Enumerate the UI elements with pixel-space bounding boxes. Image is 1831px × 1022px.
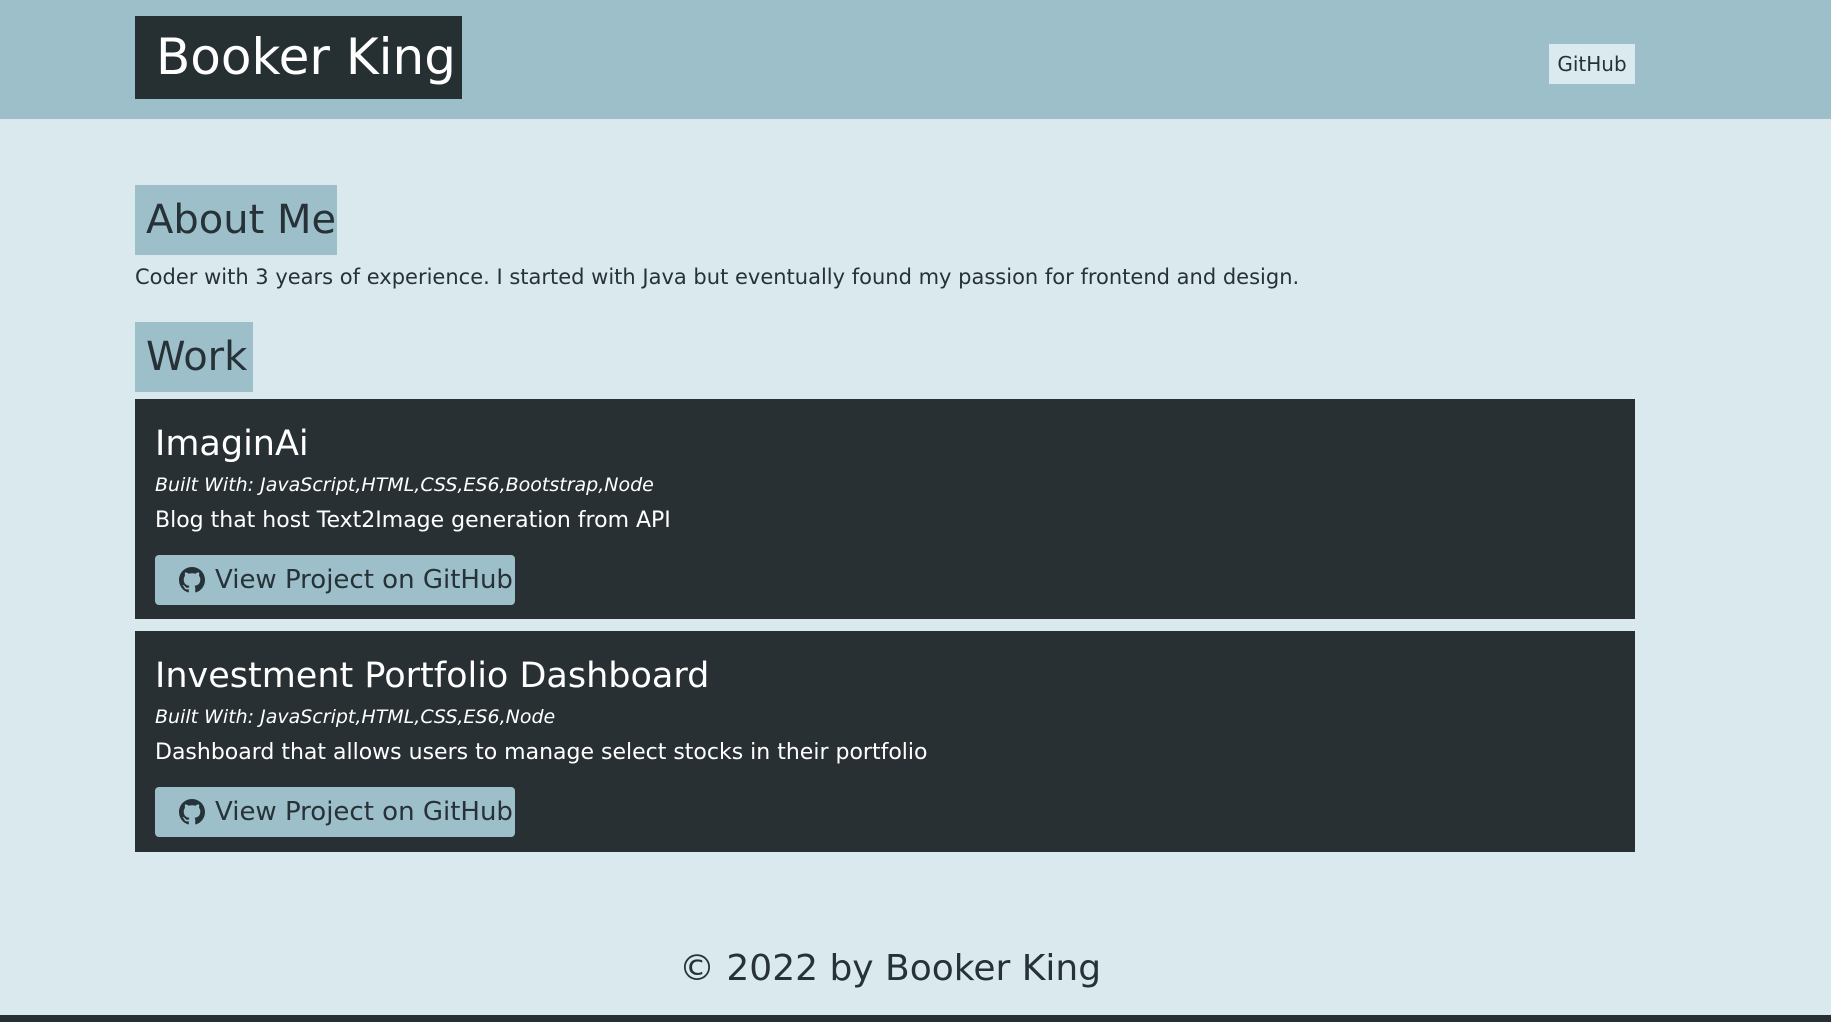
github-icon bbox=[179, 799, 205, 825]
project-title: ImaginAi bbox=[155, 424, 309, 464]
github-icon bbox=[179, 567, 205, 593]
view-project-button-label: View Project on GitHub bbox=[215, 565, 513, 595]
view-project-button[interactable]: View Project on GitHub bbox=[155, 555, 515, 605]
about-heading: About Me bbox=[135, 185, 337, 255]
bottom-strip bbox=[0, 1015, 1831, 1022]
view-project-button-label: View Project on GitHub bbox=[215, 797, 513, 827]
project-description: Dashboard that allows users to manage se… bbox=[155, 740, 928, 765]
footer-copyright: © 2022 by Booker King bbox=[678, 948, 1102, 989]
site-header: Booker King GitHub bbox=[0, 0, 1831, 119]
work-heading: Work bbox=[135, 322, 253, 392]
project-card: Investment Portfolio Dashboard Built Wit… bbox=[135, 631, 1635, 852]
view-project-button[interactable]: View Project on GitHub bbox=[155, 787, 515, 837]
github-nav-link[interactable]: GitHub bbox=[1549, 44, 1635, 84]
project-built-with: Built With: JavaScript,HTML,CSS,ES6,Boot… bbox=[155, 474, 654, 496]
project-title: Investment Portfolio Dashboard bbox=[155, 656, 710, 696]
project-built-with: Built With: JavaScript,HTML,CSS,ES6,Node bbox=[155, 706, 556, 728]
about-text: Coder with 3 years of experience. I star… bbox=[135, 265, 1300, 289]
project-description: Blog that host Text2Image generation fro… bbox=[155, 508, 671, 533]
brand-title: Booker King bbox=[135, 16, 462, 99]
project-card: ImaginAi Built With: JavaScript,HTML,CSS… bbox=[135, 399, 1635, 619]
